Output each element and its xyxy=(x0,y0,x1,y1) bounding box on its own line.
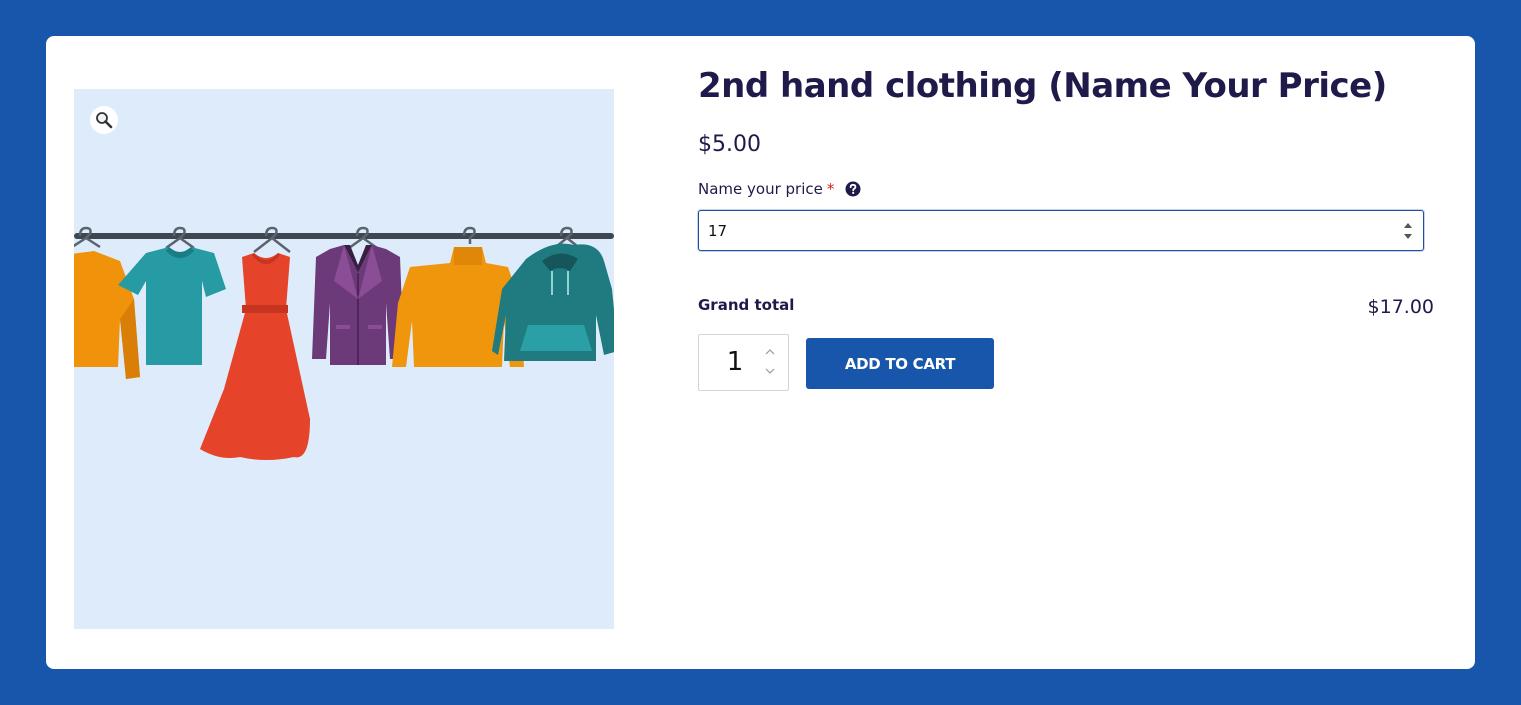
grand-total-value: $17.00 xyxy=(1367,296,1434,318)
name-your-price-label-row: Name your price * xyxy=(698,180,861,198)
grand-total-label: Grand total xyxy=(698,296,795,314)
name-your-price-field[interactable] xyxy=(698,210,1424,251)
product-card: 2nd hand clothing (Name Your Price) $5.0… xyxy=(46,36,1475,669)
clothing-rack-illustration xyxy=(74,226,614,460)
chevron-down-icon[interactable] xyxy=(763,365,777,377)
stepper-down-icon[interactable] xyxy=(1404,234,1412,239)
price-stepper[interactable] xyxy=(1401,223,1415,239)
zoom-button[interactable] xyxy=(90,106,118,134)
name-your-price-input[interactable] xyxy=(708,211,1388,250)
product-image[interactable] xyxy=(74,89,614,629)
required-marker: * xyxy=(826,180,835,198)
chevron-up-icon[interactable] xyxy=(763,346,777,358)
stepper-up-icon[interactable] xyxy=(1404,223,1412,228)
quantity-stepper[interactable]: 1 xyxy=(698,334,789,391)
quantity-value[interactable]: 1 xyxy=(699,335,771,390)
add-to-cart-button[interactable]: ADD TO CART xyxy=(806,338,994,389)
name-your-price-label: Name your price xyxy=(698,180,823,198)
question-circle-icon[interactable] xyxy=(845,181,861,197)
magnifier-icon xyxy=(95,111,113,129)
product-price: $5.00 xyxy=(698,132,761,157)
product-title: 2nd hand clothing (Name Your Price) xyxy=(698,66,1387,106)
